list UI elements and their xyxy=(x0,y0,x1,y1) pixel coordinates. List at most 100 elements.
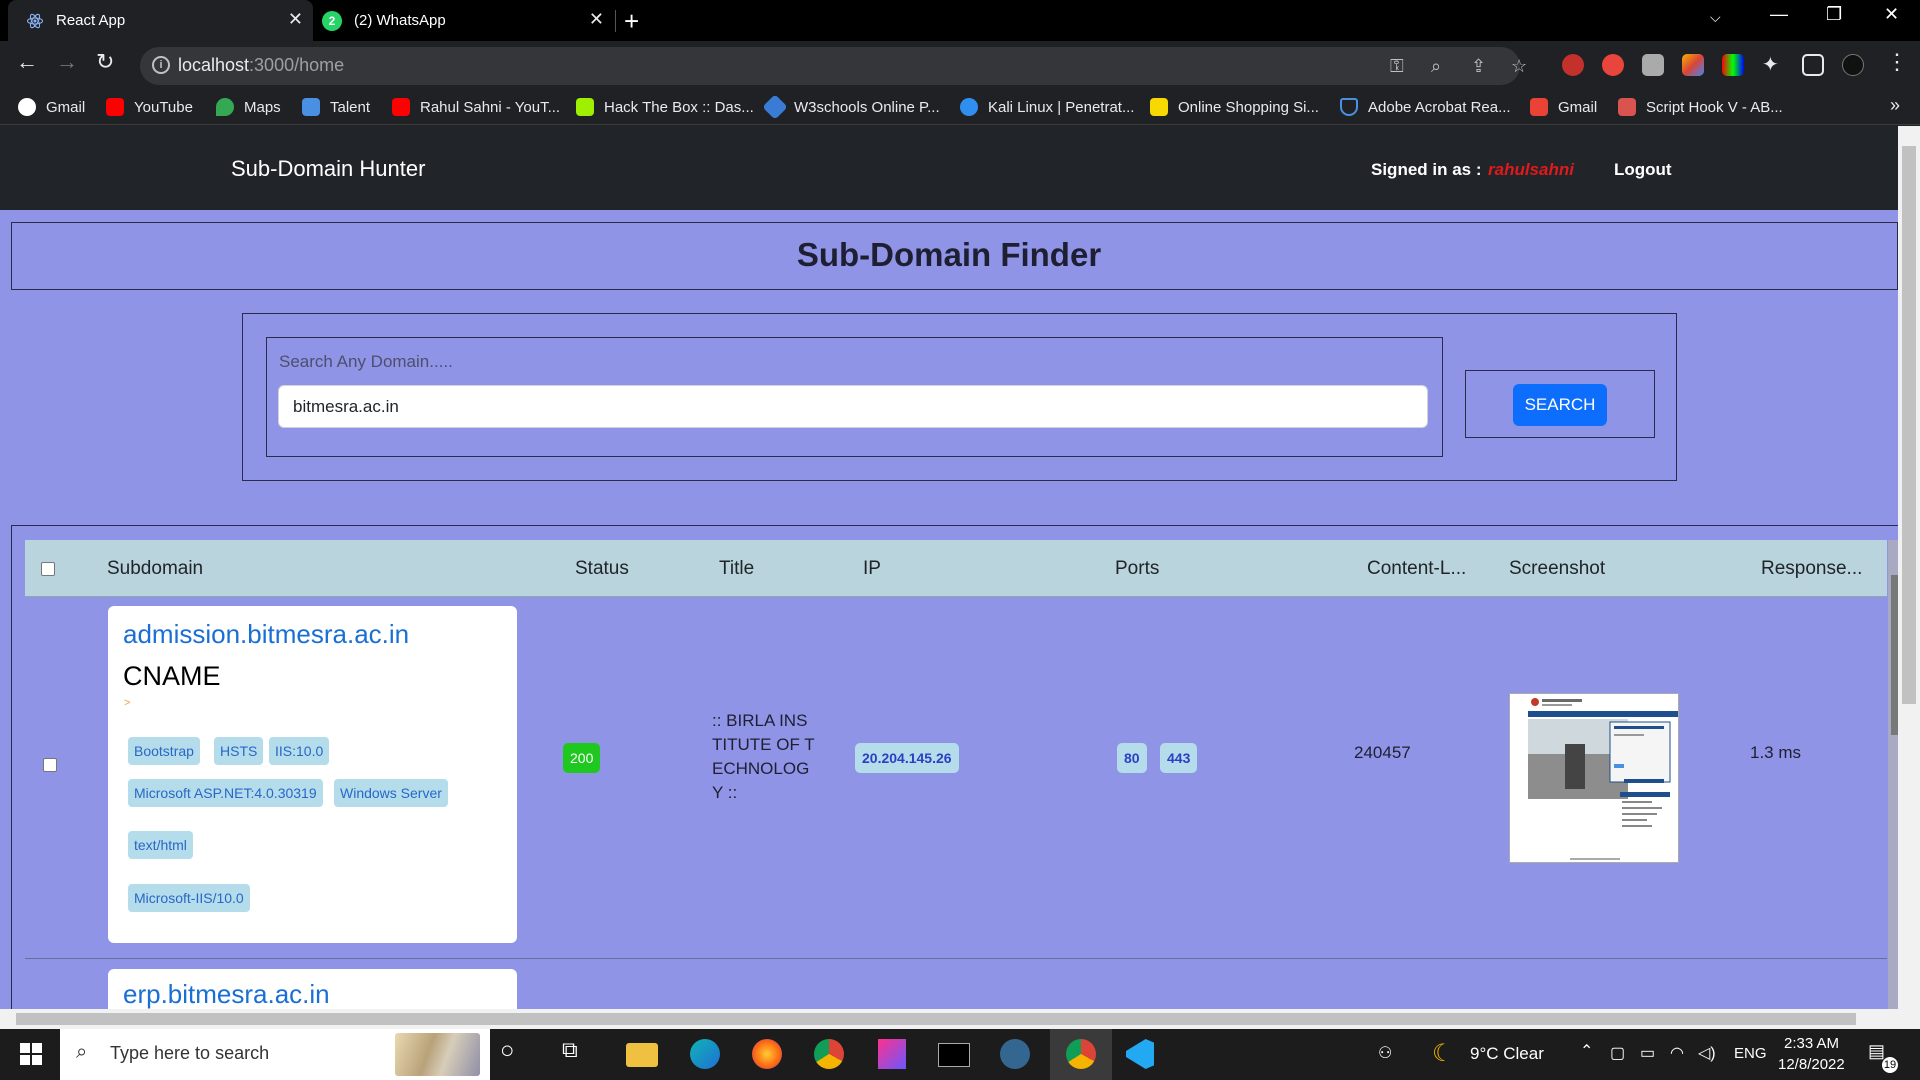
extensions-puzzle-icon[interactable]: ✦ xyxy=(1762,54,1784,76)
vscode-icon[interactable] xyxy=(1126,1039,1154,1069)
back-icon[interactable]: ← xyxy=(16,49,38,75)
shield-icon xyxy=(1340,98,1358,116)
bookmark-w3schools[interactable]: W3schools Online P... xyxy=(762,94,940,120)
extension-gray-icon[interactable] xyxy=(1642,54,1664,76)
windows-taskbar: ⌕ Type here to search ○ ⧉ ⚇ ☾ 9°C Clear … xyxy=(0,1029,1920,1080)
notifications-icon[interactable]: ▤ xyxy=(1868,1041,1885,1062)
language-indicator[interactable]: ENG xyxy=(1734,1045,1767,1062)
column-header[interactable]: Response... xyxy=(1761,558,1862,580)
bookmark-gmail-2[interactable]: Gmail xyxy=(1530,95,1597,119)
side-panel-icon[interactable] xyxy=(1802,54,1824,76)
subdomain-link[interactable]: erp.bitmesra.ac.in xyxy=(123,979,330,1010)
terminal-icon[interactable] xyxy=(938,1043,970,1067)
site-info-icon[interactable]: i xyxy=(152,56,170,74)
app-navbar: Sub-Domain Hunter Signed in as : rahulsa… xyxy=(0,126,1898,210)
bookmark-star-icon[interactable]: ☆ xyxy=(1511,56,1527,77)
page-title-cell: :: BIRLA INSTITUTE OF TECHNOLOGY :: xyxy=(712,711,815,802)
rainbow-extension-icon[interactable] xyxy=(1722,54,1744,76)
close-tab-icon[interactable]: ✕ xyxy=(288,9,303,30)
close-tab-icon[interactable]: ✕ xyxy=(589,9,604,30)
intellij-icon[interactable] xyxy=(878,1039,906,1069)
battery-icon[interactable]: ▭ xyxy=(1640,1043,1655,1063)
bookmark-gmail[interactable]: Gmail xyxy=(18,95,85,119)
tab-title: (2) WhatsApp xyxy=(354,12,446,29)
bookmark-youtube[interactable]: YouTube xyxy=(106,95,193,119)
people-icon[interactable]: ⚇ xyxy=(1378,1043,1392,1063)
bookmark-adobe-acrobat[interactable]: Adobe Acrobat Rea... xyxy=(1340,95,1511,119)
zoom-icon[interactable]: ⌕ xyxy=(1431,56,1441,77)
column-header[interactable]: Subdomain xyxy=(107,558,203,580)
window-close-icon[interactable]: ✕ xyxy=(1884,4,1899,25)
domain-search-input[interactable] xyxy=(278,385,1428,428)
minimize-icon[interactable]: — xyxy=(1770,4,1788,25)
port-badge: 80 xyxy=(1117,743,1147,773)
moon-weather-icon: ☾ xyxy=(1432,1040,1454,1067)
forward-icon[interactable]: → xyxy=(56,49,78,75)
kali-icon xyxy=(960,98,978,116)
bookmark-talent[interactable]: Talent xyxy=(302,95,370,119)
select-all-checkbox[interactable] xyxy=(41,562,55,576)
page-scrollbar[interactable] xyxy=(1898,126,1920,1029)
wifi-icon[interactable]: ◠ xyxy=(1670,1043,1684,1063)
bookmark-online-shopping[interactable]: Online Shopping Si... xyxy=(1150,95,1319,119)
tech-tag: Bootstrap xyxy=(128,737,200,765)
column-header[interactable]: Title xyxy=(719,558,754,580)
bookmark-rahul-sahni[interactable]: Rahul Sahni - YouT... xyxy=(392,95,560,119)
windows-start-icon[interactable] xyxy=(20,1043,42,1065)
meet-now-icon[interactable]: ▢ xyxy=(1610,1043,1625,1063)
column-header[interactable]: Content-L... xyxy=(1367,558,1466,580)
postgresql-icon[interactable] xyxy=(1000,1039,1030,1069)
cortana-icon[interactable]: ○ xyxy=(500,1037,532,1067)
search-icon: ⌕ xyxy=(76,1041,88,1063)
clock-time[interactable]: 2:33 AM xyxy=(1784,1035,1839,1052)
screenshot-thumbnail[interactable] xyxy=(1509,693,1679,863)
scrollbar-thumb[interactable] xyxy=(1902,146,1916,704)
port-badge: 443 xyxy=(1160,743,1198,773)
whatsapp-icon: 2 xyxy=(322,10,342,31)
new-tab-icon[interactable]: + xyxy=(624,6,639,37)
tab-search-chevron-icon[interactable]: ⌵ xyxy=(1710,9,1721,26)
tab-whatsapp[interactable]: 2 (2) WhatsApp ✕ xyxy=(316,0,616,41)
task-view-icon[interactable]: ⧉ xyxy=(562,1037,594,1067)
app-brand[interactable]: Sub-Domain Hunter xyxy=(231,156,425,182)
clock-date[interactable]: 12/8/2022 xyxy=(1778,1056,1845,1073)
search-button[interactable]: SEARCH xyxy=(1513,384,1607,426)
taskbar-search-box[interactable]: ⌕ Type here to search xyxy=(60,1029,490,1080)
column-header[interactable]: Ports xyxy=(1115,558,1159,580)
ip-badge: 20.204.145.26 xyxy=(855,743,959,773)
color-picker-icon[interactable] xyxy=(1682,54,1704,76)
talent-icon xyxy=(302,98,320,116)
ublock-icon[interactable] xyxy=(1562,54,1584,76)
bookmark-script-hook[interactable]: Script Hook V - AB... xyxy=(1618,95,1783,119)
profile-avatar[interactable] xyxy=(1842,54,1864,76)
subdomain-link[interactable]: admission.bitmesra.ac.in xyxy=(123,619,409,650)
username: rahulsahni xyxy=(1488,160,1574,179)
menu-kebab-icon[interactable]: ⋮ xyxy=(1886,49,1908,75)
volume-icon[interactable]: ◁) xyxy=(1698,1043,1716,1063)
tab-react-app[interactable]: React App ✕ xyxy=(8,0,313,41)
file-explorer-icon[interactable] xyxy=(626,1043,658,1067)
share-icon[interactable]: ⇪ xyxy=(1471,56,1486,77)
horizontal-scrollbar[interactable] xyxy=(0,1009,1898,1029)
address-bar[interactable]: i localhost:3000/home ⚿ ⌕ ⇪ ☆ xyxy=(140,47,1527,85)
extension-red-icon[interactable] xyxy=(1602,54,1624,76)
restore-icon[interactable]: ❐ xyxy=(1826,4,1842,25)
reload-icon[interactable]: ↻ xyxy=(96,49,114,75)
edge-icon[interactable] xyxy=(690,1039,720,1069)
chrome-icon[interactable] xyxy=(814,1039,844,1069)
notification-count: 19 xyxy=(1882,1057,1898,1073)
logout-link[interactable]: Logout xyxy=(1614,160,1672,180)
key-icon[interactable]: ⚿ xyxy=(1390,56,1404,77)
show-hidden-icons-chevron[interactable]: ⌃ xyxy=(1580,1041,1593,1061)
firefox-icon[interactable] xyxy=(752,1039,782,1069)
row-checkbox[interactable] xyxy=(43,758,57,772)
bookmark-kali-linux[interactable]: Kali Linux | Penetrat... xyxy=(960,95,1134,119)
weather-text[interactable]: 9°C Clear xyxy=(1470,1044,1544,1064)
bookmark-maps[interactable]: Maps xyxy=(216,95,281,119)
column-header[interactable]: IP xyxy=(863,558,881,580)
scrollbar-thumb[interactable] xyxy=(16,1013,1856,1025)
bookmark-hack-the-box[interactable]: Hack The Box :: Das... xyxy=(576,95,754,119)
column-header[interactable]: Status xyxy=(575,558,629,580)
column-header[interactable]: Screenshot xyxy=(1509,558,1605,580)
more-bookmarks-icon[interactable]: » xyxy=(1890,95,1900,116)
